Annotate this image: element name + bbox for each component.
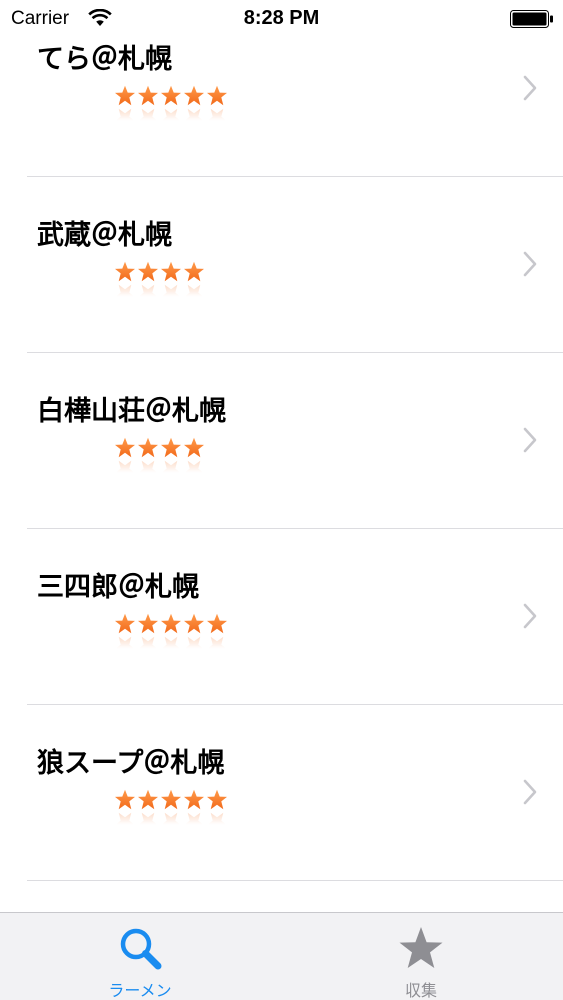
- list-item[interactable]: 白樺山荘＠札幌: [0, 353, 563, 529]
- star-icon: [114, 789, 136, 833]
- restaurant-name: 白樺山荘＠札幌: [37, 396, 226, 427]
- chevron-right-icon: [523, 427, 537, 453]
- battery-icon: [510, 10, 553, 28]
- star-icon: [137, 85, 159, 129]
- rating-stars: [114, 261, 205, 305]
- list-item[interactable]: 狼スープ＠札幌: [0, 705, 563, 881]
- star-icon: [160, 85, 182, 129]
- restaurant-name: 三四郎＠札幌: [37, 572, 199, 603]
- star-icon: [183, 261, 205, 305]
- star-icon: [183, 613, 205, 657]
- tab-collection-label: 収集: [404, 981, 437, 1000]
- star-icon: [160, 437, 182, 481]
- tab-collection[interactable]: 収集: [341, 913, 501, 1000]
- search-icon: [120, 928, 162, 970]
- screen: てら＠札幌武蔵＠札幌白樺山荘＠札幌 三四郎＠札幌 狼スープ＠札幌 Carrier 8…: [0, 0, 563, 1000]
- tab-ramen-label: ラーメン: [108, 981, 172, 1000]
- star-icon: [160, 613, 182, 657]
- list-item[interactable]: 武蔵＠札幌: [0, 177, 563, 353]
- star-icon: [183, 789, 205, 833]
- rating-stars: [114, 85, 228, 129]
- star-icon: [114, 261, 136, 305]
- status-bar: Carrier 8:28 PM: [0, 0, 563, 38]
- star-icon: [114, 437, 136, 481]
- chevron-right-icon: [523, 603, 537, 629]
- list-item[interactable]: 三四郎＠札幌: [0, 529, 563, 705]
- rating-stars: [114, 789, 228, 833]
- star-icon: [160, 261, 182, 305]
- star-icon: [183, 85, 205, 129]
- restaurant-name: 狼スープ＠札幌: [37, 748, 225, 779]
- star-icon: [206, 789, 228, 833]
- star-icon: [399, 927, 443, 968]
- star-icon: [137, 261, 159, 305]
- status-time: 8:28 PM: [243, 7, 320, 29]
- tab-bar: ラーメン 収集: [0, 912, 563, 1000]
- star-icon: [114, 85, 136, 129]
- rating-stars: [114, 437, 205, 481]
- rating-stars: [114, 613, 228, 657]
- tab-ramen[interactable]: ラーメン: [60, 913, 220, 1000]
- star-icon: [183, 437, 205, 481]
- star-icon: [114, 613, 136, 657]
- star-icon: [206, 613, 228, 657]
- row-divider: [27, 880, 563, 881]
- chevron-right-icon: [523, 251, 537, 277]
- restaurant-name: 武蔵＠札幌: [37, 220, 172, 251]
- star-icon: [137, 613, 159, 657]
- star-icon: [137, 437, 159, 481]
- chevron-right-icon: [523, 75, 537, 101]
- star-icon: [206, 85, 228, 129]
- restaurant-name: てら＠札幌: [37, 44, 172, 75]
- star-icon: [160, 789, 182, 833]
- chevron-right-icon: [523, 779, 537, 805]
- star-icon: [137, 789, 159, 833]
